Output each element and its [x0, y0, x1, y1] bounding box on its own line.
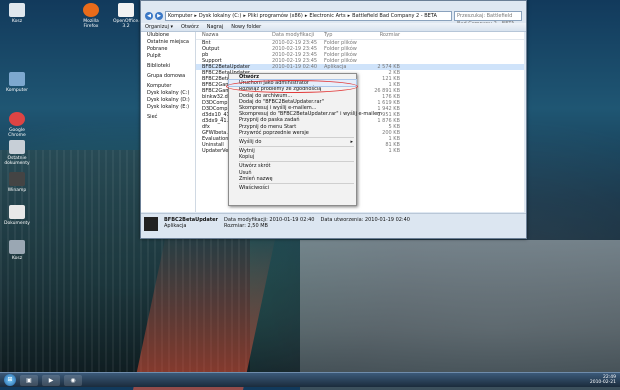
recycle-bin-icon — [9, 3, 25, 17]
details-created: Data utworzenia: 2010-01-19 02:40 — [320, 217, 410, 223]
nav-item-drive-e[interactable]: Dysk lokalny (E:) — [141, 104, 195, 111]
column-name[interactable]: Nazwa — [196, 32, 272, 39]
breadcrumb[interactable]: Komputer ▸ Dysk lokalny (C:) ▸ Pliki progr… — [165, 11, 452, 21]
computer-icon — [9, 72, 25, 86]
file-list-header: Nazwa Data modyfikacji Typ Rozmiar — [196, 32, 524, 40]
details-kind: Aplikacja — [164, 223, 187, 229]
toolbar: Organizuj ▾ Otwórz Nagraj Nowy folder — [141, 23, 526, 32]
desktop-icon-label: Kosz — [11, 256, 23, 261]
address-bar: ◀ ▶ Komputer ▸ Dysk lokalny (C:) ▸ Pliki p… — [145, 11, 522, 27]
navigation-pane: Ulubione Ostatnie miejsca Pobrane Pulpit… — [141, 32, 196, 212]
start-button[interactable]: ⊞ — [4, 374, 16, 386]
nav-item-favorites[interactable]: Ulubione — [141, 32, 195, 39]
desktop-icon-computer[interactable]: Komputer — [4, 72, 30, 93]
column-type[interactable]: Typ — [324, 32, 370, 39]
nav-item-libraries[interactable]: Biblioteki — [141, 63, 195, 70]
details-size: Rozmiar: 2,50 MB — [224, 223, 268, 229]
open-button[interactable]: Otwórz — [181, 24, 199, 30]
menu-item[interactable]: Zmień nazwę — [229, 176, 356, 182]
desktop-icon-recent-docs[interactable]: Ostatnie dokumenty — [4, 140, 30, 166]
taskbar-explorer[interactable]: ▣ — [20, 374, 38, 386]
nav-item-drive-c[interactable]: Dysk lokalny (C:) — [141, 90, 195, 97]
nav-item-network[interactable]: Sieć — [141, 114, 195, 121]
breadcrumb-item[interactable]: Pliki programów (x86) — [248, 13, 303, 19]
menu-item[interactable]: Przywróć poprzednie wersje — [229, 130, 356, 136]
bin-icon — [9, 240, 25, 254]
breadcrumb-item[interactable]: Dysk lokalny (C:) — [199, 13, 241, 19]
chrome-icon — [9, 112, 25, 126]
menu-separator — [239, 146, 354, 148]
desktop-icon-label: Ostatnie dokumenty — [4, 156, 30, 166]
desktop-icon-openoffice[interactable]: OpenOffice.org 3.2 — [113, 3, 147, 29]
taskbar-media[interactable]: ▶ — [42, 374, 60, 386]
menu-item[interactable]: Wyślij do ▸ — [229, 139, 356, 145]
nav-item-computer[interactable]: Komputer — [141, 83, 195, 90]
file-thumbnail — [144, 217, 158, 231]
desktop-icon-documents[interactable]: Dokumenty — [4, 205, 30, 226]
menu-item[interactable]: Kopiuj — [229, 154, 356, 160]
taskbar: ⊞ ▣ ▶ ◉ 22:49 2010-02-21 — [0, 372, 620, 387]
highlight-annotation — [226, 80, 358, 93]
system-tray[interactable]: 22:49 2010-02-21 — [590, 375, 616, 385]
breadcrumb-item[interactable]: Electronic Arts — [309, 13, 345, 19]
submenu-arrow-icon: ▸ — [350, 138, 353, 145]
nav-item-homegroup[interactable]: Grupa domowa — [141, 73, 195, 80]
details-pane: BFBC2BetaUpdater Aplikacja Data modyfika… — [141, 213, 526, 238]
column-size[interactable]: Rozmiar — [370, 32, 400, 39]
desktop-icon-label: Google Chrome — [8, 128, 26, 138]
organize-button[interactable]: Organizuj ▾ — [145, 24, 173, 30]
back-button[interactable]: ◀ — [145, 12, 153, 20]
menu-separator — [239, 136, 354, 138]
nav-item-downloads[interactable]: Pobrane — [141, 46, 195, 53]
folder-icon — [9, 140, 25, 154]
firefox-icon — [83, 3, 99, 17]
desktop-icon-label: Komputer — [6, 88, 28, 93]
desktop-icon-winamp[interactable]: Winamp — [4, 172, 30, 193]
clock-date: 2010-02-21 — [589, 380, 616, 385]
file-size: 1 KB — [388, 148, 400, 154]
menu-item[interactable]: Właściwości — [229, 185, 356, 191]
column-date[interactable]: Data modyfikacji — [272, 32, 324, 39]
desktop-icon-bin2[interactable]: Kosz — [4, 240, 30, 261]
forward-button[interactable]: ▶ — [155, 12, 163, 20]
desktop-icon-label: Kosz — [11, 19, 23, 24]
breadcrumb-item[interactable]: Battlefield Bad Company 2 - BETA — [352, 13, 437, 19]
wallpaper-beach — [300, 240, 620, 390]
nav-item-drive-d[interactable]: Dysk lokalny (D:) — [141, 97, 195, 104]
nav-item-desktop[interactable]: Pulpit — [141, 53, 195, 60]
winamp-icon — [9, 172, 25, 186]
taskbar-firefox[interactable]: ◉ — [64, 374, 82, 386]
document-icon — [9, 205, 25, 219]
breadcrumb-item[interactable]: Komputer — [168, 13, 192, 19]
desktop-icon-label: Dokumenty — [4, 221, 30, 226]
desktop-icon-chrome[interactable]: Google Chrome — [4, 112, 30, 138]
burn-button[interactable]: Nagraj — [207, 24, 224, 30]
desktop-icon-firefox[interactable]: Mozilla Firefox — [78, 3, 104, 29]
search-input[interactable]: Przeszukaj: Battlefield Bad Company 2 - … — [454, 11, 522, 27]
desktop-icon-label: Mozilla Firefox — [83, 19, 99, 29]
desktop-icon-label: Winamp — [7, 188, 27, 193]
nav-item-recent[interactable]: Ostatnie miejsca — [141, 39, 195, 46]
menu-separator — [239, 183, 354, 184]
openoffice-icon — [118, 3, 134, 17]
desktop-icon-recycle-bin[interactable]: Kosz — [4, 3, 30, 24]
new-folder-button[interactable]: Nowy folder — [231, 24, 261, 30]
